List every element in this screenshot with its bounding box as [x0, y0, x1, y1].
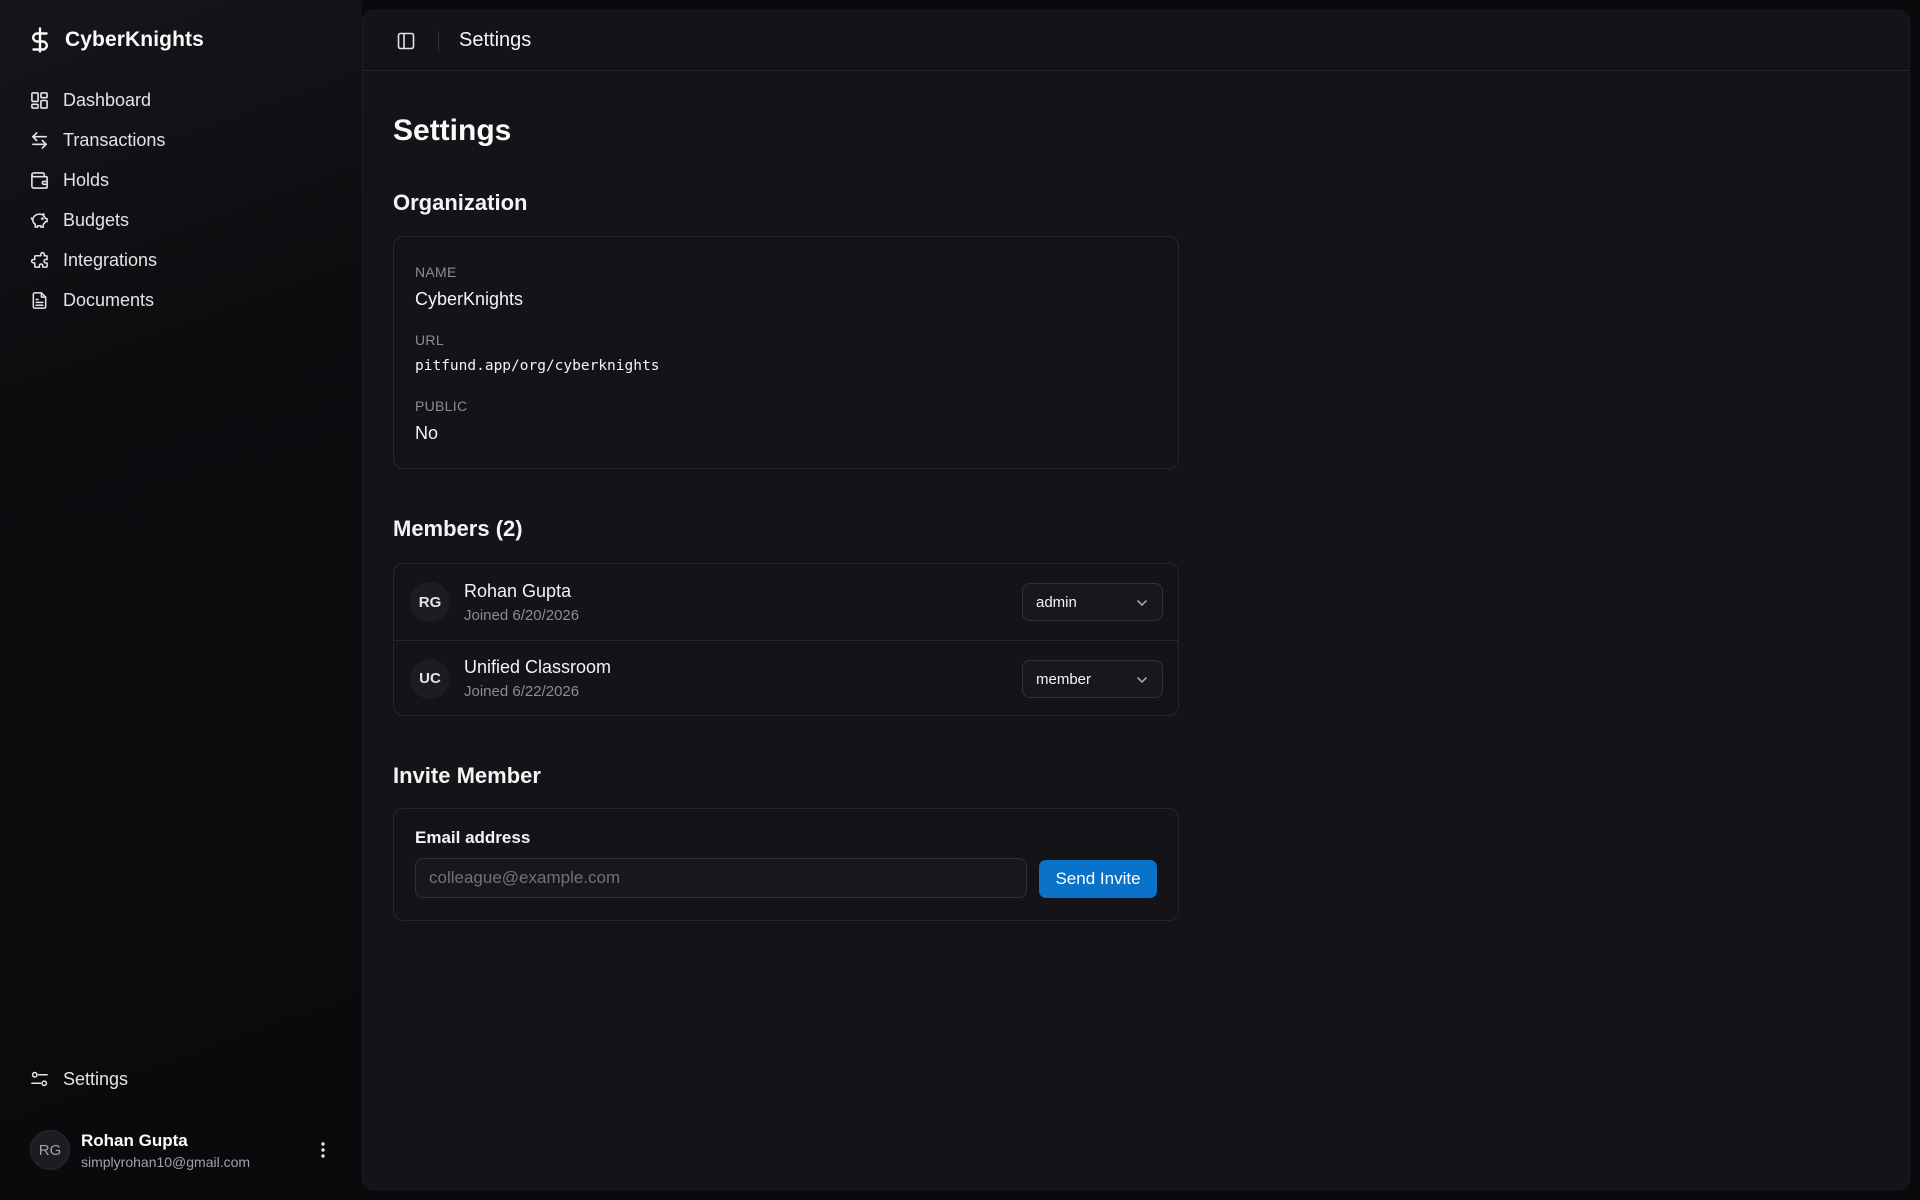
sidebar-item-label: Holds	[63, 169, 110, 190]
more-vertical-icon[interactable]	[311, 1138, 335, 1162]
member-name: Unified Classroom	[464, 657, 612, 677]
member-info: Rohan Gupta Joined 6/20/2026	[464, 581, 579, 624]
sidebar-nav: Dashboard Transactions Holds Budgets Int…	[20, 80, 340, 320]
org-public-label: PUBLIC	[415, 398, 468, 414]
role-select-value: admin	[1036, 593, 1077, 611]
members-title: Members (2)	[393, 516, 523, 541]
user-name: Rohan Gupta	[81, 1130, 188, 1150]
puzzle-icon	[30, 251, 48, 268]
main-panel: Settings Settings Organization NAME Cybe…	[362, 10, 1910, 1190]
sidebar-item-label: Settings	[63, 1068, 129, 1089]
settings-content: Settings Organization NAME CyberKnights …	[393, 71, 1179, 921]
chevron-down-icon	[1137, 600, 1147, 606]
member-name: Rohan Gupta	[464, 580, 572, 601]
wallet-icon	[31, 171, 48, 189]
send-invite-button[interactable]: Send Invite	[1039, 860, 1157, 898]
brand-name: CyberKnights	[65, 28, 204, 51]
dashboard-icon	[31, 91, 48, 109]
sidebar-bottom-nav: Settings	[20, 1059, 340, 1099]
sidebar-toggle-button[interactable]	[393, 28, 419, 54]
document-icon	[32, 291, 47, 309]
org-url-value: pitfund.app/org/cyberknights	[415, 358, 660, 374]
topbar-divider	[438, 30, 439, 51]
table-row: UC Unified Classroom Joined 6/22/2026 me…	[394, 640, 1178, 716]
user-info: Rohan Gupta simplyrohan10@gmail.com	[81, 1131, 250, 1170]
avatar: RG	[410, 582, 450, 622]
org-public-value: No	[415, 423, 439, 443]
user-email: simplyrohan10@gmail.com	[81, 1153, 251, 1170]
role-select-value: member	[1036, 670, 1092, 688]
sidebar-item-documents[interactable]: Documents	[20, 280, 340, 320]
role-select[interactable]: admin	[1022, 583, 1163, 621]
email-label: Email address	[415, 828, 531, 847]
avatar: UC	[410, 658, 450, 699]
sliders-icon	[31, 1071, 48, 1086]
sidebar-item-settings[interactable]: Settings	[20, 1059, 340, 1099]
invite-title: Invite Member	[393, 763, 541, 788]
sidebar-item-label: Transactions	[63, 129, 166, 150]
panel-left-icon	[397, 32, 415, 49]
sidebar-item-dashboard[interactable]: Dashboard	[20, 80, 340, 120]
user-profile[interactable]: RG Rohan Gupta simplyrohan10@gmail.com	[30, 1129, 335, 1171]
sidebar: CyberKnights Dashboard Transactions Hold…	[0, 0, 362, 1200]
role-select[interactable]: member	[1022, 660, 1163, 698]
arrows-icon	[32, 131, 47, 149]
sidebar-item-budgets[interactable]: Budgets	[20, 200, 340, 240]
member-info: Unified Classroom Joined 6/22/2026	[464, 657, 611, 700]
sidebar-item-holds[interactable]: Holds	[20, 160, 340, 200]
organization-card: NAME CyberKnights URL pitfund.app/org/cy…	[393, 236, 1179, 469]
chevron-down-icon	[1137, 677, 1147, 683]
sidebar-item-label: Budgets	[63, 209, 130, 230]
org-url-label: URL	[415, 332, 444, 348]
topbar: Settings	[363, 11, 1909, 71]
sidebar-item-label: Integrations	[63, 249, 158, 270]
avatar: RG	[30, 1130, 70, 1170]
member-joined: Joined 6/20/2026	[464, 606, 580, 624]
sidebar-item-label: Dashboard	[63, 89, 152, 110]
sidebar-item-label: Documents	[63, 289, 155, 310]
dollar-icon	[29, 26, 51, 54]
page-title: Settings	[393, 114, 512, 147]
organization-title: Organization	[393, 190, 528, 215]
piggy-bank-icon	[30, 212, 48, 228]
app: CyberKnights Dashboard Transactions Hold…	[0, 0, 1920, 1200]
email-field[interactable]	[415, 858, 1027, 898]
table-row: RG Rohan Gupta Joined 6/20/2026 admin	[394, 564, 1178, 640]
invite-card: Email address Send Invite	[393, 808, 1179, 921]
org-name-label: NAME	[415, 264, 457, 280]
sidebar-item-integrations[interactable]: Integrations	[20, 240, 340, 280]
org-name-value: CyberKnights	[415, 289, 524, 309]
breadcrumb: Settings	[459, 29, 532, 51]
sidebar-item-transactions[interactable]: Transactions	[20, 120, 340, 160]
members-card: RG Rohan Gupta Joined 6/20/2026 admin UC	[393, 563, 1179, 716]
brand[interactable]: CyberKnights	[29, 26, 204, 54]
member-joined: Joined 6/22/2026	[464, 683, 580, 700]
